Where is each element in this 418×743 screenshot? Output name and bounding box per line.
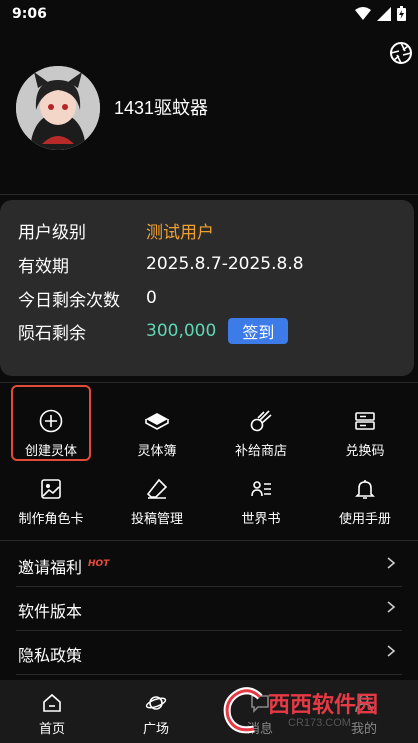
status-bar: 9:06 — [0, 0, 418, 30]
remaining-count-value: 0 — [146, 288, 157, 308]
menu-item-invite[interactable]: 邀请福利 HOT — [0, 542, 418, 586]
status-icons — [355, 6, 406, 25]
divider — [0, 382, 418, 383]
info-label: 今日剩余次数 — [18, 290, 120, 311]
checkin-button[interactable]: 签到 — [228, 318, 289, 344]
image-icon — [38, 476, 64, 502]
info-row-remaining-count: 今日剩余次数 0 — [18, 284, 157, 312]
status-time: 9:06 — [12, 6, 47, 22]
watermark: 西西软件园 CR173.COM — [218, 683, 418, 741]
watermark-sub: CR173.COM — [288, 717, 351, 729]
grid-label: 制作角色卡 — [18, 512, 84, 527]
grid-label: 世界书 — [241, 512, 281, 527]
chevron-right-icon — [387, 645, 396, 657]
world-list-icon — [248, 476, 274, 502]
meteor-icon — [248, 408, 274, 434]
validity-value: 2025.8.7-2025.8.8 — [146, 254, 304, 274]
submission-manage-button[interactable]: 投稿管理 — [112, 470, 202, 536]
meteorite-value: 300,000 — [146, 321, 217, 341]
divider — [16, 674, 402, 675]
make-character-card-button[interactable]: 制作角色卡 — [6, 470, 96, 536]
aperture-icon — [390, 42, 412, 64]
wifi-icon — [355, 6, 371, 25]
book-icon — [144, 408, 170, 434]
grid-label: 灵体簿 — [137, 444, 177, 459]
home-icon — [41, 692, 63, 714]
redeem-code-button[interactable]: 兑换码 — [320, 402, 410, 468]
grid-label: 兑换码 — [345, 444, 385, 459]
chevron-right-icon — [387, 557, 396, 569]
hot-badge: HOT — [88, 559, 110, 569]
account-info-card: 用户级别 测试用户 有效期 2025.8.7-2025.8.8 今日剩余次数 0… — [0, 200, 414, 376]
username: 1431驱蚊器 — [114, 98, 209, 118]
info-row-validity: 有效期 2025.8.7-2025.8.8 — [18, 250, 304, 278]
nav-home[interactable]: 首页 — [0, 680, 104, 743]
user-manual-button[interactable]: 使用手册 — [320, 470, 410, 536]
ticket-icon — [352, 408, 378, 434]
nav-label: 广场 — [142, 722, 169, 737]
grid-label: 投稿管理 — [130, 512, 183, 527]
watermark-text: 西西软件园 — [268, 692, 379, 717]
signal-icon — [377, 6, 391, 25]
supply-shop-button[interactable]: 补给商店 — [216, 402, 306, 468]
menu-label: 隐私政策 — [18, 646, 83, 665]
watermark-logo-icon — [223, 687, 263, 734]
battery-icon — [397, 6, 406, 25]
bell-icon — [352, 476, 378, 502]
info-label: 用户级别 — [18, 222, 86, 243]
spirit-book-button[interactable]: 灵体簿 — [112, 402, 202, 468]
menu-item-version[interactable]: 软件版本 — [0, 586, 418, 630]
info-label: 有效期 — [18, 256, 69, 277]
settings-button[interactable] — [388, 40, 414, 66]
menu-label: 软件版本 — [18, 602, 83, 621]
menu-item-privacy[interactable]: 隐私政策 — [0, 630, 418, 674]
world-book-button[interactable]: 世界书 — [216, 470, 306, 536]
eraser-icon — [144, 476, 170, 502]
nav-square[interactable]: 广场 — [104, 680, 208, 743]
nav-label: 首页 — [38, 722, 65, 737]
user-level-value: 测试用户 — [146, 222, 214, 243]
highlight-frame — [11, 385, 91, 461]
grid-label: 使用手册 — [338, 512, 391, 527]
avatar[interactable] — [16, 66, 100, 150]
info-label: 陨石剩余 — [18, 323, 86, 344]
divider — [0, 540, 418, 541]
divider — [0, 194, 418, 195]
info-row-meteorite: 陨石剩余 300,000 签到 — [18, 317, 289, 345]
grid-label: 补给商店 — [234, 444, 287, 459]
info-row-level: 用户级别 测试用户 — [18, 216, 214, 244]
chevron-right-icon — [387, 601, 396, 613]
menu-label: 邀请福利 — [18, 558, 83, 577]
planet-icon — [145, 692, 167, 714]
